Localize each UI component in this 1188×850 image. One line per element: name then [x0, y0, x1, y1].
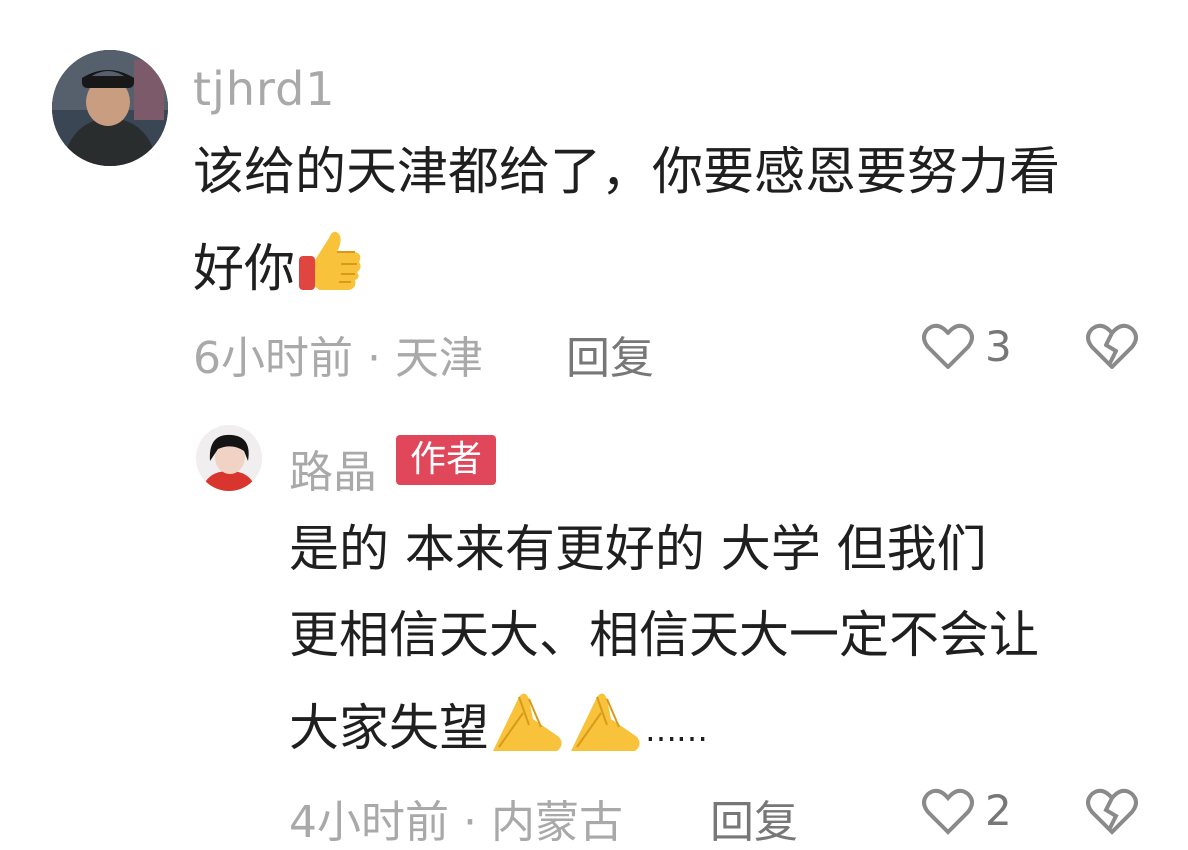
avatar[interactable]: [52, 50, 168, 166]
dislike-icon[interactable]: [1086, 323, 1138, 375]
reply-button[interactable]: 回复: [566, 322, 654, 386]
praying-hands-icon: [489, 689, 567, 770]
reply-like-count: 2: [985, 786, 1012, 835]
reply-text-line2: 更相信天大、相信天大一定不会让: [289, 606, 1039, 664]
reply-text-line3: 大家失望 ……: [289, 689, 708, 770]
author-badge: 作者: [396, 435, 496, 485]
praying-hands-icon: [567, 689, 645, 770]
reply-avatar[interactable]: [196, 425, 262, 491]
reply-dislike-icon[interactable]: [1086, 788, 1138, 840]
reply-meta: 4小时前 · 内蒙古: [289, 797, 623, 848]
reply-username[interactable]: 路晶: [289, 436, 377, 500]
comment-text-line2: 好你: [193, 226, 365, 312]
heart-icon[interactable]: [922, 323, 974, 375]
reply-heart-icon[interactable]: [922, 788, 974, 840]
reply-text: 是的 本来有更好的 大学 但我们: [289, 520, 987, 578]
comment-meta: 6小时前 · 天津: [193, 333, 483, 384]
reply-reply-button[interactable]: 回复: [710, 786, 798, 850]
thumbs-up-icon: [295, 226, 365, 312]
like-count: 3: [985, 322, 1012, 371]
username[interactable]: tjhrd1: [193, 62, 336, 116]
comment-text: 该给的天津都给了，你要感恩要努力看: [193, 143, 1061, 202]
